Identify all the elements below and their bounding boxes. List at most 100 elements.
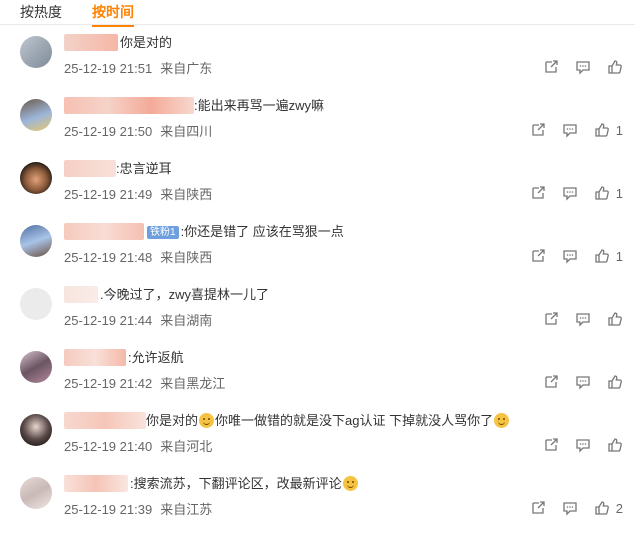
comment-button[interactable]	[575, 437, 591, 453]
comment-meta: 25-12-19 21:44 来自湖南	[64, 310, 212, 329]
like-button[interactable]: 1	[594, 248, 623, 264]
comment-text: 你是对的	[120, 35, 173, 50]
avatar[interactable]	[20, 36, 52, 68]
like-count: 1	[615, 122, 623, 138]
comment-meta: 25-12-19 21:39 来自江苏	[64, 499, 212, 518]
tab-sort-by-hot[interactable]: 按热度	[20, 2, 62, 22]
comment-icon	[563, 250, 577, 264]
cat-emoji-icon	[342, 476, 358, 491]
like-count: 1	[615, 248, 623, 264]
like-count: 1	[615, 185, 623, 201]
share-icon	[532, 501, 545, 514]
fan-badge: 铁粉1	[147, 226, 179, 239]
share-button[interactable]	[543, 374, 559, 390]
username-redacted[interactable]	[64, 223, 144, 240]
comment-item: :搜索流苏，下翻评论区，改最新评论 25-12-19 21:39 来自江苏 2	[0, 475, 635, 538]
username-redacted[interactable]	[64, 286, 98, 303]
comment-time: 25-12-19 21:49	[64, 187, 153, 202]
share-icon	[545, 375, 558, 388]
share-button[interactable]	[543, 59, 559, 75]
thumbs-up-icon	[608, 312, 622, 326]
thumbs-up-icon	[608, 60, 622, 74]
share-button[interactable]	[530, 500, 546, 516]
like-button[interactable]	[607, 374, 623, 390]
comment-button[interactable]	[562, 185, 578, 201]
comment-actions	[535, 310, 623, 328]
share-button[interactable]	[530, 185, 546, 201]
comment-item: 你是对的 25-12-19 21:51 来自广东	[0, 34, 635, 97]
avatar[interactable]	[20, 162, 52, 194]
share-icon	[532, 123, 545, 136]
avatar[interactable]	[20, 288, 52, 320]
comment-meta: 25-12-19 21:50 来自四川	[64, 121, 212, 140]
comment-text-a: 你是对的	[146, 413, 199, 428]
avatar[interactable]	[20, 477, 52, 509]
username-redacted[interactable]	[64, 412, 146, 429]
comment-text: .今晚过了，zwy喜提林一儿了	[100, 287, 270, 302]
thumbs-up-icon	[608, 438, 622, 452]
comment-text: :忠言逆耳	[116, 161, 172, 176]
comment-button[interactable]	[562, 500, 578, 516]
comment-text: :你还是错了 应该在骂狠一点	[180, 224, 344, 239]
comment-text: :能出来再骂一遍zwy嘛	[194, 98, 325, 113]
comment-location: 来自陕西	[160, 250, 213, 265]
share-icon	[545, 60, 558, 73]
share-button[interactable]	[543, 311, 559, 327]
like-button[interactable]	[607, 437, 623, 453]
comment-meta: 25-12-19 21:48 来自陕西	[64, 247, 212, 266]
thumbs-up-icon	[595, 186, 609, 200]
username-redacted[interactable]	[64, 97, 194, 114]
comment-meta: 25-12-19 21:51 来自广东	[64, 58, 212, 77]
tab-sort-by-time[interactable]: 按时间	[92, 2, 134, 27]
username-redacted[interactable]	[64, 34, 118, 51]
avatar[interactable]	[20, 414, 52, 446]
comment-actions: 1	[522, 247, 623, 265]
avatar[interactable]	[20, 351, 52, 383]
comment-text: :搜索流苏，下翻评论区，改最新评论	[130, 476, 342, 491]
like-button[interactable]	[607, 59, 623, 75]
comment-text-row: 铁粉1:你还是错了 应该在骂狠一点	[147, 223, 344, 240]
comment-location: 来自黑龙江	[160, 376, 226, 391]
like-button[interactable]: 2	[594, 500, 623, 516]
comment-button[interactable]	[575, 59, 591, 75]
comment-actions	[535, 373, 623, 391]
comment-location: 来自河北	[160, 439, 213, 454]
comment-actions: 1	[522, 184, 623, 202]
sort-tabs: 按热度 按时间	[0, 0, 635, 27]
comment-item: .今晚过了，zwy喜提林一儿了 25-12-19 21:44 来自湖南	[0, 286, 635, 349]
share-icon	[545, 438, 558, 451]
comment-button[interactable]	[562, 122, 578, 138]
comment-icon	[576, 376, 590, 390]
like-button[interactable]: 1	[594, 122, 623, 138]
comment-time: 25-12-19 21:50	[64, 124, 153, 139]
share-button[interactable]	[530, 248, 546, 264]
comment-actions: 1	[522, 121, 623, 139]
comment-actions	[535, 436, 623, 454]
share-icon	[545, 312, 558, 325]
comment-button[interactable]	[575, 374, 591, 390]
comment-icon	[576, 313, 590, 327]
share-button[interactable]	[543, 437, 559, 453]
comment-meta: 25-12-19 21:49 来自陕西	[64, 184, 212, 203]
like-button[interactable]: 1	[594, 185, 623, 201]
thumbs-up-icon	[595, 501, 609, 515]
comment-icon	[563, 187, 577, 201]
comment-button[interactable]	[562, 248, 578, 264]
avatar[interactable]	[20, 99, 52, 131]
comment-icon	[563, 124, 577, 138]
comment-meta: 25-12-19 21:40 来自河北	[64, 436, 212, 455]
username-redacted[interactable]	[64, 475, 128, 492]
like-button[interactable]	[607, 311, 623, 327]
share-button[interactable]	[530, 122, 546, 138]
username-redacted[interactable]	[64, 160, 116, 177]
username-redacted[interactable]	[64, 349, 126, 366]
avatar[interactable]	[20, 225, 52, 257]
comment-location: 来自湖南	[160, 313, 213, 328]
comment-location: 来自陕西	[160, 187, 213, 202]
smile-emoji-icon	[494, 413, 510, 428]
thumbs-up-icon	[595, 123, 609, 137]
comment-icon	[563, 502, 577, 516]
comment-time: 25-12-19 21:48	[64, 250, 153, 265]
comment-time: 25-12-19 21:44	[64, 313, 153, 328]
comment-button[interactable]	[575, 311, 591, 327]
